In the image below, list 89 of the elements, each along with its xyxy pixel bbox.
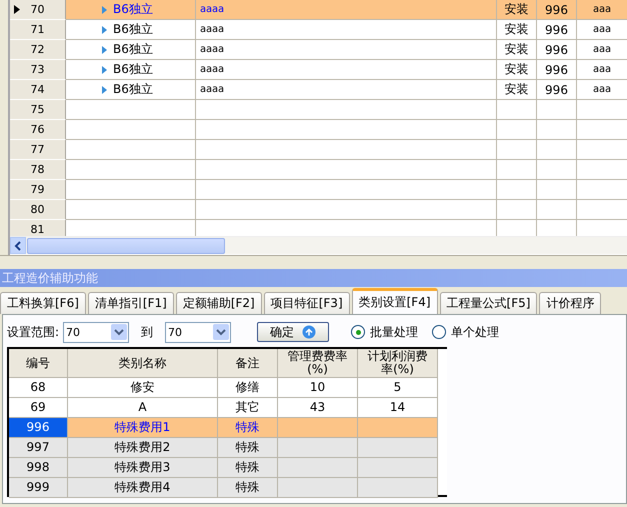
table-cell: 996 [537, 20, 577, 40]
row-header[interactable]: 80 [10, 200, 66, 220]
table-cell: aaa [577, 60, 627, 80]
table-cell: 特殊 [218, 418, 278, 438]
table-cell: 特殊费用1 [68, 418, 218, 438]
tab[interactable]: 清单指引[F1] [88, 292, 174, 314]
table-cell: 安装 [497, 20, 537, 40]
table-cell: 998 [9, 458, 68, 478]
scroll-left-button[interactable] [10, 237, 26, 254]
table-cell: 安装 [497, 80, 537, 100]
table-cell: 999 [9, 478, 68, 498]
tab[interactable]: 工料换算[F6] [0, 292, 86, 314]
tab[interactable]: 定额辅助[F2] [176, 292, 262, 314]
table-cell: aaa [577, 20, 627, 40]
expand-icon[interactable] [102, 26, 107, 34]
table-cell: 996 [537, 0, 577, 20]
table-cell: 5 [358, 378, 438, 398]
tab[interactable]: 类别设置[F4] [352, 288, 438, 314]
table-cell: B6独立 [113, 1, 153, 18]
radio-option[interactable]: 单个处理 [432, 324, 500, 340]
expand-icon[interactable] [102, 66, 107, 74]
expand-icon[interactable] [102, 6, 107, 14]
table-cell: 安装 [497, 0, 537, 20]
table-cell: aaaa [196, 0, 497, 20]
to-label: 到 [141, 324, 154, 340]
table-cell [497, 140, 537, 160]
row-header[interactable]: 73 [10, 60, 66, 80]
table-cell: B6独立 [113, 21, 153, 38]
table-cell: 996 [537, 40, 577, 60]
table-cell: B6独立 [113, 61, 153, 78]
row-header[interactable]: 75 [10, 100, 66, 120]
row-header[interactable]: 77 [10, 140, 66, 160]
table-cell: B6独立 [113, 81, 153, 98]
tab[interactable]: 工程量公式[F5] [440, 292, 538, 314]
table-cell: aaaa [196, 40, 497, 60]
table-cell: aaaa [196, 60, 497, 80]
range-label: 设置范围: [7, 324, 60, 340]
scroll-thumb[interactable] [27, 238, 225, 254]
table-cell: aaa [577, 0, 627, 20]
table-cell: 特殊费用3 [68, 458, 218, 478]
table-cell [497, 120, 537, 140]
table-cell: aaaa [196, 20, 497, 40]
row-header[interactable]: 71 [10, 20, 66, 40]
column-header: 管理费费率(%) [278, 349, 358, 378]
expand-icon[interactable] [102, 86, 107, 94]
row-header[interactable]: 74 [10, 80, 66, 100]
confirm-button[interactable]: 确定 [257, 322, 330, 342]
table-cell: 修安 [68, 378, 218, 398]
range-to-dropdown[interactable]: 70 [165, 322, 232, 342]
table-cell: 特殊 [218, 438, 278, 458]
table-cell [497, 160, 537, 180]
row-header[interactable]: 76 [10, 120, 66, 140]
table-cell: aaaa [196, 80, 497, 100]
table-cell: 修缮 [218, 378, 278, 398]
row-pointer-icon [14, 5, 20, 14]
tab[interactable]: 项目特征[F3] [264, 292, 350, 314]
table-cell: 997 [9, 438, 68, 458]
expand-icon[interactable] [102, 46, 107, 54]
table-cell: B6独立 [113, 41, 153, 58]
table-cell: 安装 [497, 60, 537, 80]
row-header[interactable]: 70 [10, 0, 66, 20]
radio-option[interactable]: 批量处理 [351, 324, 418, 340]
range-from-dropdown[interactable]: 70 [63, 322, 130, 342]
column-header: 编号 [9, 349, 68, 378]
panel-title: 工程造价辅助功能 [2, 270, 98, 286]
row-header[interactable]: 81 [10, 220, 66, 236]
table-cell [497, 180, 537, 200]
table-cell: 68 [9, 378, 68, 398]
row-header[interactable]: 72 [10, 40, 66, 60]
tab[interactable]: 计价程序 [539, 292, 602, 314]
table-cell: 10 [278, 378, 358, 398]
row-header[interactable]: 79 [10, 180, 66, 200]
column-header: 计划利润费率(%) [358, 349, 438, 378]
table-cell: aaa [577, 80, 627, 100]
table-cell: aaa [577, 40, 627, 60]
table-cell: 996 [9, 418, 68, 438]
horizontal-scrollbar[interactable] [10, 236, 627, 254]
table-cell: 特殊费用2 [68, 438, 218, 458]
row-header[interactable]: 78 [10, 160, 66, 180]
table-cell: 安装 [497, 40, 537, 60]
table-cell [497, 100, 537, 120]
table-cell: 特殊 [218, 458, 278, 478]
column-header: 备注 [218, 349, 278, 378]
column-header: 类别名称 [68, 349, 218, 378]
table-cell: 996 [537, 60, 577, 80]
table-cell: 996 [537, 80, 577, 100]
table-cell: 特殊费用4 [68, 478, 218, 498]
table-cell: 特殊 [218, 478, 278, 498]
table-cell [497, 200, 537, 220]
